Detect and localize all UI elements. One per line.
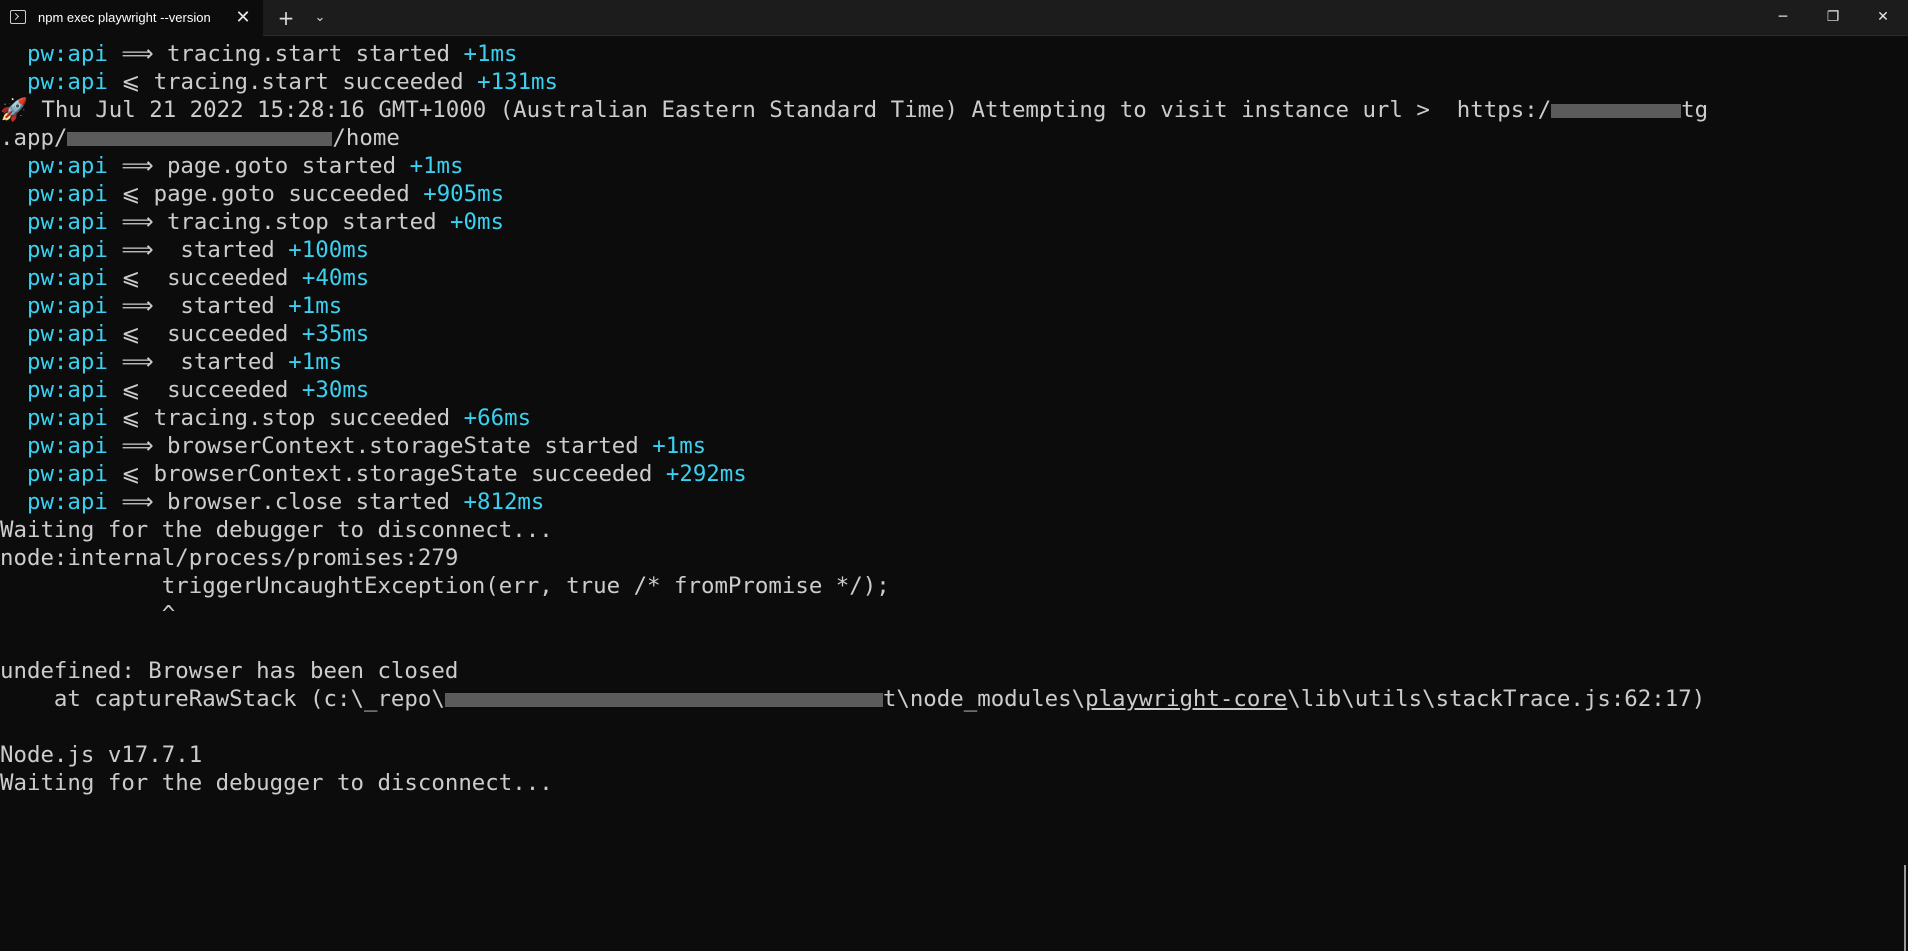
log-line: ^ [0,601,176,627]
tab-title: npm exec playwright --version [38,10,211,25]
title-bar: npm exec playwright --version ✕ + ⌄ ─ ❐ … [0,0,1908,36]
redacted-block [1551,103,1682,118]
minimize-button[interactable]: ─ [1760,0,1806,34]
log-line: Waiting for the debugger to disconnect..… [0,770,553,796]
terminal-output[interactable]: pw:api ⟹ tracing.start started +1ms pw:a… [0,37,1890,951]
new-tab-button[interactable]: + [274,6,298,30]
rocket-icon: 🚀 [0,97,28,123]
chevron-down-icon[interactable]: ⌄ [308,6,332,30]
redacted-block [444,692,883,707]
stack-trace-link[interactable]: playwright-core [1085,686,1287,712]
stack-trace-line: at captureRawStack (c:\_repo\ t\node_modu… [0,686,1706,712]
terminal-icon [10,10,26,24]
close-window-button[interactable]: ✕ [1860,0,1906,34]
maximize-button[interactable]: ❐ [1810,0,1856,34]
redacted-block [67,131,333,146]
terminal-tab[interactable]: npm exec playwright --version ✕ [0,0,263,36]
scrollbar[interactable] [1904,865,1906,951]
tab-close-icon[interactable]: ✕ [232,7,254,29]
